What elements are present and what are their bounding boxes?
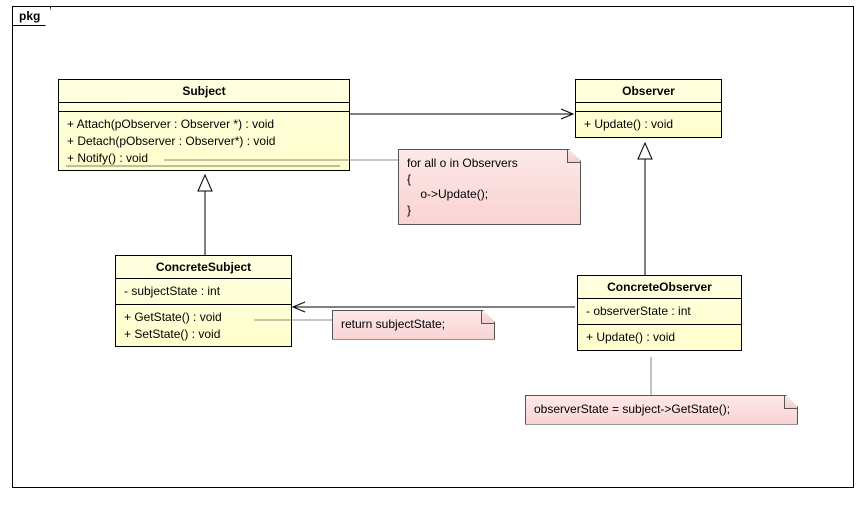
attr: - subjectState : int [124,283,283,300]
class-subject-attrs [59,103,349,112]
class-observer-attrs [576,103,721,112]
op: + Notify() : void [67,150,341,167]
class-subject-name: Subject [59,80,349,103]
note-line: for all o in Observers [407,156,572,172]
op: + Detach(pObserver : Observer*) : void [67,133,341,150]
class-concrete-subject: ConcreteSubject - subjectState : int + G… [115,255,292,347]
note-line: } [407,203,572,219]
op: + SetState() : void [124,326,283,343]
attr: - observerState : int [586,303,733,320]
class-concrete-subject-ops: + GetState() : void + SetState() : void [116,305,291,347]
class-concrete-subject-attrs: - subjectState : int [116,279,291,305]
class-concrete-observer: ConcreteObserver - observerState : int +… [577,275,742,351]
class-concrete-observer-name: ConcreteObserver [578,276,741,299]
package-label: pkg [12,6,51,26]
op: + GetState() : void [124,309,283,326]
note-update: observerState = subject->GetState(); [525,395,798,425]
op: + Attach(pObserver : Observer *) : void [67,116,341,133]
class-concrete-observer-ops: + Update() : void [578,325,741,350]
note-text: observerState = subject->GetState(); [534,402,730,416]
op: + Update() : void [584,116,713,133]
class-observer-ops: + Update() : void [576,112,721,137]
class-observer-name: Observer [576,80,721,103]
op: + Update() : void [586,329,733,346]
class-subject: Subject + Attach(pObserver : Observer *)… [58,79,350,171]
class-concrete-subject-name: ConcreteSubject [116,256,291,279]
class-concrete-observer-attrs: - observerState : int [578,299,741,325]
class-subject-ops: + Attach(pObserver : Observer *) : void … [59,112,349,170]
note-getstate: return subjectState; [332,310,495,340]
note-line: o->Update(); [407,187,572,203]
note-line: { [407,172,572,188]
note-notify: for all o in Observers { o->Update(); } [398,149,581,225]
class-observer: Observer + Update() : void [575,79,722,138]
note-text: return subjectState; [341,317,445,331]
